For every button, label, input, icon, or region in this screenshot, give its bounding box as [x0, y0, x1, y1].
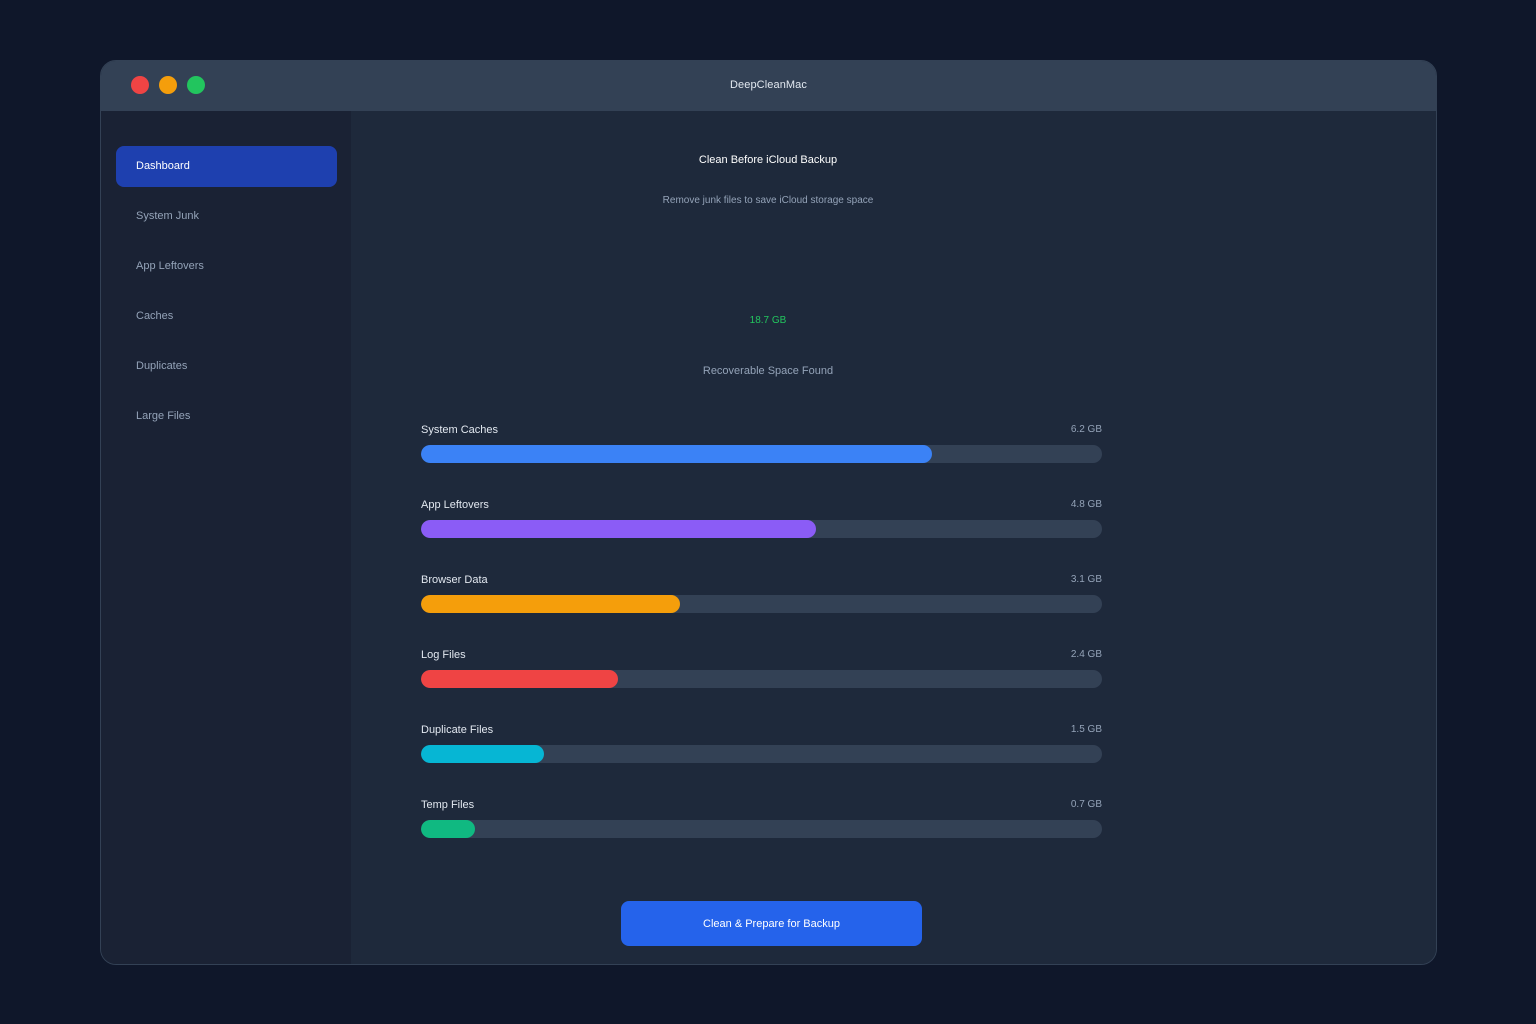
category-name: Duplicate Files [421, 724, 494, 736]
sidebar: Dashboard System Junk App Leftovers Cach… [101, 111, 351, 964]
category-row-app-leftovers: App Leftovers 4.8 GB [421, 499, 1102, 544]
recoverable-space-label: Recoverable Space Found [702, 365, 834, 377]
category-row-browser-data: Browser Data 3.1 GB [421, 574, 1102, 619]
category-name: Browser Data [421, 574, 488, 586]
sidebar-item-app-leftovers[interactable]: App Leftovers [116, 246, 337, 287]
recoverable-space-value: 18.7 GB [749, 315, 787, 326]
progress-track [421, 745, 1102, 763]
sidebar-item-caches[interactable]: Caches [116, 296, 337, 337]
progress-fill [421, 445, 932, 463]
category-size: 6.2 GB [1070, 424, 1102, 435]
category-row-system-caches: System Caches 6.2 GB [421, 424, 1102, 469]
page-subtitle: Remove junk files to save iCloud storage… [662, 195, 874, 206]
category-size: 0.7 GB [1070, 799, 1102, 810]
category-name: App Leftovers [421, 499, 489, 511]
category-row-duplicate-files: Duplicate Files 1.5 GB [421, 724, 1102, 769]
progress-track [421, 670, 1102, 688]
category-size: 2.4 GB [1070, 649, 1102, 660]
progress-fill [421, 595, 680, 613]
sidebar-item-system-junk[interactable]: System Junk [116, 196, 337, 237]
progress-track [421, 820, 1102, 838]
main-panel: Clean Before iCloud Backup Remove junk f… [351, 111, 1436, 964]
sidebar-item-duplicates[interactable]: Duplicates [116, 346, 337, 387]
category-name: Temp Files [421, 799, 475, 811]
app-title: DeepCleanMac [729, 79, 808, 91]
progress-fill [421, 520, 816, 538]
app-window: DeepCleanMac Dashboard System Junk App L… [100, 60, 1437, 965]
category-size: 3.1 GB [1070, 574, 1102, 585]
category-row-temp-files: Temp Files 0.7 GB [421, 799, 1102, 844]
sidebar-item-large-files[interactable]: Large Files [116, 396, 337, 437]
category-row-log-files: Log Files 2.4 GB [421, 649, 1102, 694]
category-name: Log Files [421, 649, 466, 661]
progress-fill [421, 745, 544, 763]
progress-fill [421, 820, 476, 838]
sidebar-item-dashboard[interactable]: Dashboard [116, 146, 337, 187]
category-size: 4.8 GB [1070, 499, 1102, 510]
category-name: System Caches [421, 424, 499, 436]
clean-prepare-backup-button[interactable]: Clean & Prepare for Backup [621, 901, 922, 946]
category-size: 1.5 GB [1070, 724, 1102, 735]
progress-track [421, 520, 1102, 538]
progress-fill [421, 670, 619, 688]
progress-track [421, 445, 1102, 463]
progress-track [421, 595, 1102, 613]
page-title: Clean Before iCloud Backup [698, 154, 838, 166]
title-bar: DeepCleanMac [101, 61, 1436, 111]
